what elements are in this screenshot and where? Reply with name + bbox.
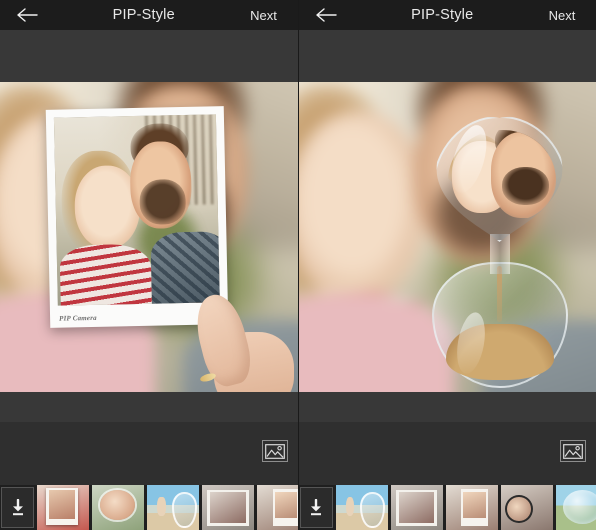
thumbnail-kiss-frame[interactable]: [202, 485, 254, 530]
thumbnail-sunglasses-frame[interactable]: [500, 485, 553, 530]
hourglass-heart-overlay: [431, 116, 568, 388]
thumbnail-polaroid-frame[interactable]: [37, 485, 89, 530]
polaroid-photo: [53, 114, 220, 306]
thumbnail-circle-bubble[interactable]: [92, 485, 144, 530]
hand-holding-photo: [189, 288, 294, 392]
image-picker-icon[interactable]: [560, 440, 586, 462]
back-button[interactable]: [299, 0, 353, 30]
arrow-left-icon: [16, 7, 38, 23]
thumbnail-list-left: [37, 485, 298, 530]
page-title: PIP-Style: [112, 7, 175, 23]
toolbar-right: [298, 422, 596, 485]
thumbnail-beach-hourglass[interactable]: [147, 485, 199, 530]
image-picker-icon[interactable]: [261, 440, 288, 462]
toolbar-left: [0, 422, 298, 485]
preview-image-left[interactable]: PIP Camera: [0, 82, 298, 392]
arrow-left-icon: [315, 7, 337, 23]
app-header-right: PIP-Style Next: [298, 0, 596, 30]
page-title: PIP-Style: [411, 7, 474, 23]
app-header-left: PIP-Style Next: [0, 0, 298, 30]
hourglass-sand-stream: [496, 266, 502, 322]
thumbnail-list-right: [335, 485, 596, 530]
thumbnail-selfie-frame[interactable]: [257, 485, 298, 530]
next-button[interactable]: Next: [532, 0, 596, 30]
preview-stage-right: [298, 30, 596, 422]
thumbnail-beach-hourglass[interactable]: [335, 485, 388, 530]
thumbnail-selfie-frame[interactable]: [445, 485, 498, 530]
preview-image-right[interactable]: [298, 82, 596, 392]
preview-stage-left: PIP Camera: [0, 30, 298, 422]
foreground-sharp-selfie: [53, 114, 220, 306]
pip-camera-screenshot: PIP-Style Next PIP Camera PIP-Style Next: [0, 0, 596, 530]
style-thumbnail-strip-left[interactable]: [0, 485, 298, 530]
download-icon[interactable]: [299, 487, 333, 528]
next-button[interactable]: Next: [234, 0, 298, 30]
style-thumbnail-strip-right[interactable]: [298, 485, 596, 530]
thumbnail-kiss-frame[interactable]: [390, 485, 443, 530]
thumbnail-bubble-frame[interactable]: [555, 485, 596, 530]
download-icon[interactable]: [1, 487, 34, 528]
panel-left: PIP-Style Next PIP Camera: [0, 0, 298, 530]
panel-right: PIP-Style Next: [297, 0, 596, 530]
pip-camera-watermark: PIP Camera: [59, 313, 97, 323]
back-button[interactable]: [0, 0, 54, 30]
